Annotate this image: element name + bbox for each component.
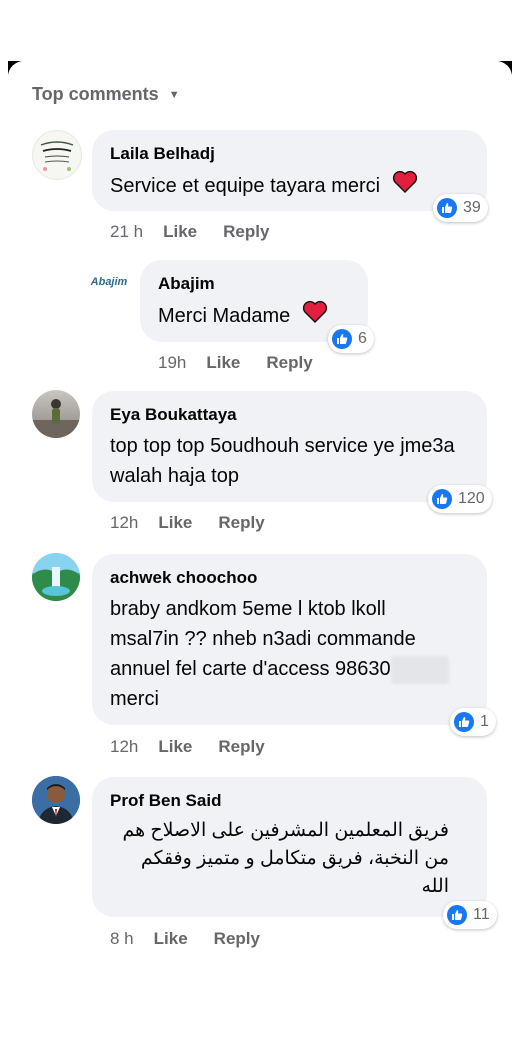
avatar[interactable] xyxy=(32,553,80,601)
like-button[interactable]: Like xyxy=(206,353,240,373)
comment-bubble: Eya Boukattaya top top top 5oudhouh serv… xyxy=(92,391,487,502)
reaction-number: 1 xyxy=(480,713,489,730)
caret-down-icon: ▼ xyxy=(168,88,180,101)
comment-actions: 19h Like Reply xyxy=(158,353,339,373)
avatar[interactable] xyxy=(32,390,80,438)
reply-button[interactable]: Reply xyxy=(223,222,269,242)
comment-bubble: Prof Ben Said فريق المعلمين المشرفين على… xyxy=(92,777,487,917)
reaction-count[interactable]: 39 xyxy=(433,194,488,222)
like-button[interactable]: Like xyxy=(154,929,188,949)
comment-author[interactable]: Abajim xyxy=(158,274,350,294)
comment-author[interactable]: Prof Ben Said xyxy=(110,791,469,811)
comment-text: فريق المعلمين المشرفين على الاصلاح هم من… xyxy=(122,820,449,897)
avatar[interactable] xyxy=(32,776,80,824)
reaction-count[interactable]: 6 xyxy=(328,325,374,353)
avatar[interactable] xyxy=(32,130,82,180)
comment-time[interactable]: 19h xyxy=(158,353,186,373)
reaction-count[interactable]: 11 xyxy=(443,901,497,929)
avatar-logo-text: Abajim xyxy=(90,276,128,288)
avatar[interactable]: Abajim xyxy=(89,262,129,302)
comment-actions: 12h Like Reply xyxy=(110,737,291,757)
like-reaction-icon xyxy=(332,329,352,349)
reaction-count[interactable]: 120 xyxy=(428,485,492,513)
reply-button[interactable]: Reply xyxy=(214,929,260,949)
comment-author[interactable]: Eya Boukattaya xyxy=(110,405,469,425)
like-button[interactable]: Like xyxy=(158,513,192,533)
comment-text: Merci Madame xyxy=(158,304,291,327)
reply-button[interactable]: Reply xyxy=(218,737,264,757)
comment-text: top top top 5oudhouh service ye jme3a wa… xyxy=(110,435,455,487)
comment-author[interactable]: achwek choochoo xyxy=(110,568,469,588)
like-reaction-icon xyxy=(454,712,474,732)
reply-button[interactable]: Reply xyxy=(266,353,312,373)
heart-icon xyxy=(392,170,418,203)
heart-icon xyxy=(302,300,328,333)
comment-bubble: Laila Belhadj Service et equipe tayara m… xyxy=(92,130,487,211)
comment-time[interactable]: 12h xyxy=(110,737,138,757)
like-reaction-icon xyxy=(437,198,457,218)
sort-dropdown[interactable]: Top comments ▼ xyxy=(32,84,180,105)
reaction-number: 120 xyxy=(458,490,485,507)
comment-time[interactable]: 8 h xyxy=(110,929,134,949)
reaction-count[interactable]: 1 xyxy=(450,708,496,736)
comment-text-row: annuel fel carte d'access 98630 xyxy=(110,654,469,684)
comment-text: Service et equipe tayara merci xyxy=(110,174,381,197)
comment-actions: 12h Like Reply xyxy=(110,513,291,533)
like-button[interactable]: Like xyxy=(158,737,192,757)
comment-text-row: Service et equipe tayara merci xyxy=(110,170,469,203)
comment-bubble: achwek choochoo braby andkom 5eme l ktob… xyxy=(92,554,487,725)
like-reaction-icon xyxy=(447,905,467,925)
like-button[interactable]: Like xyxy=(163,222,197,242)
comment-text-line: merci xyxy=(110,688,159,710)
reaction-number: 6 xyxy=(358,330,367,347)
sort-label: Top comments xyxy=(32,84,159,104)
comment-time[interactable]: 12h xyxy=(110,513,138,533)
reaction-number: 39 xyxy=(463,199,481,216)
reply-button[interactable]: Reply xyxy=(218,513,264,533)
comment-text-line: msal7in ?? nheb n3adi commande xyxy=(110,628,416,650)
comment-text-line: annuel fel carte d'access 98630 xyxy=(110,658,391,680)
reaction-number: 11 xyxy=(473,906,490,923)
comment-actions: 8 h Like Reply xyxy=(110,929,286,949)
comment-text-line: braby andkom 5eme l ktob lkoll xyxy=(110,598,386,620)
comment-author[interactable]: Laila Belhadj xyxy=(110,144,469,164)
comment-text-row: Merci Madame xyxy=(158,300,350,333)
redacted-blur xyxy=(390,655,449,684)
like-reaction-icon xyxy=(432,489,452,509)
comment-time[interactable]: 21 h xyxy=(110,222,143,242)
comment-actions: 21 h Like Reply xyxy=(110,222,295,242)
